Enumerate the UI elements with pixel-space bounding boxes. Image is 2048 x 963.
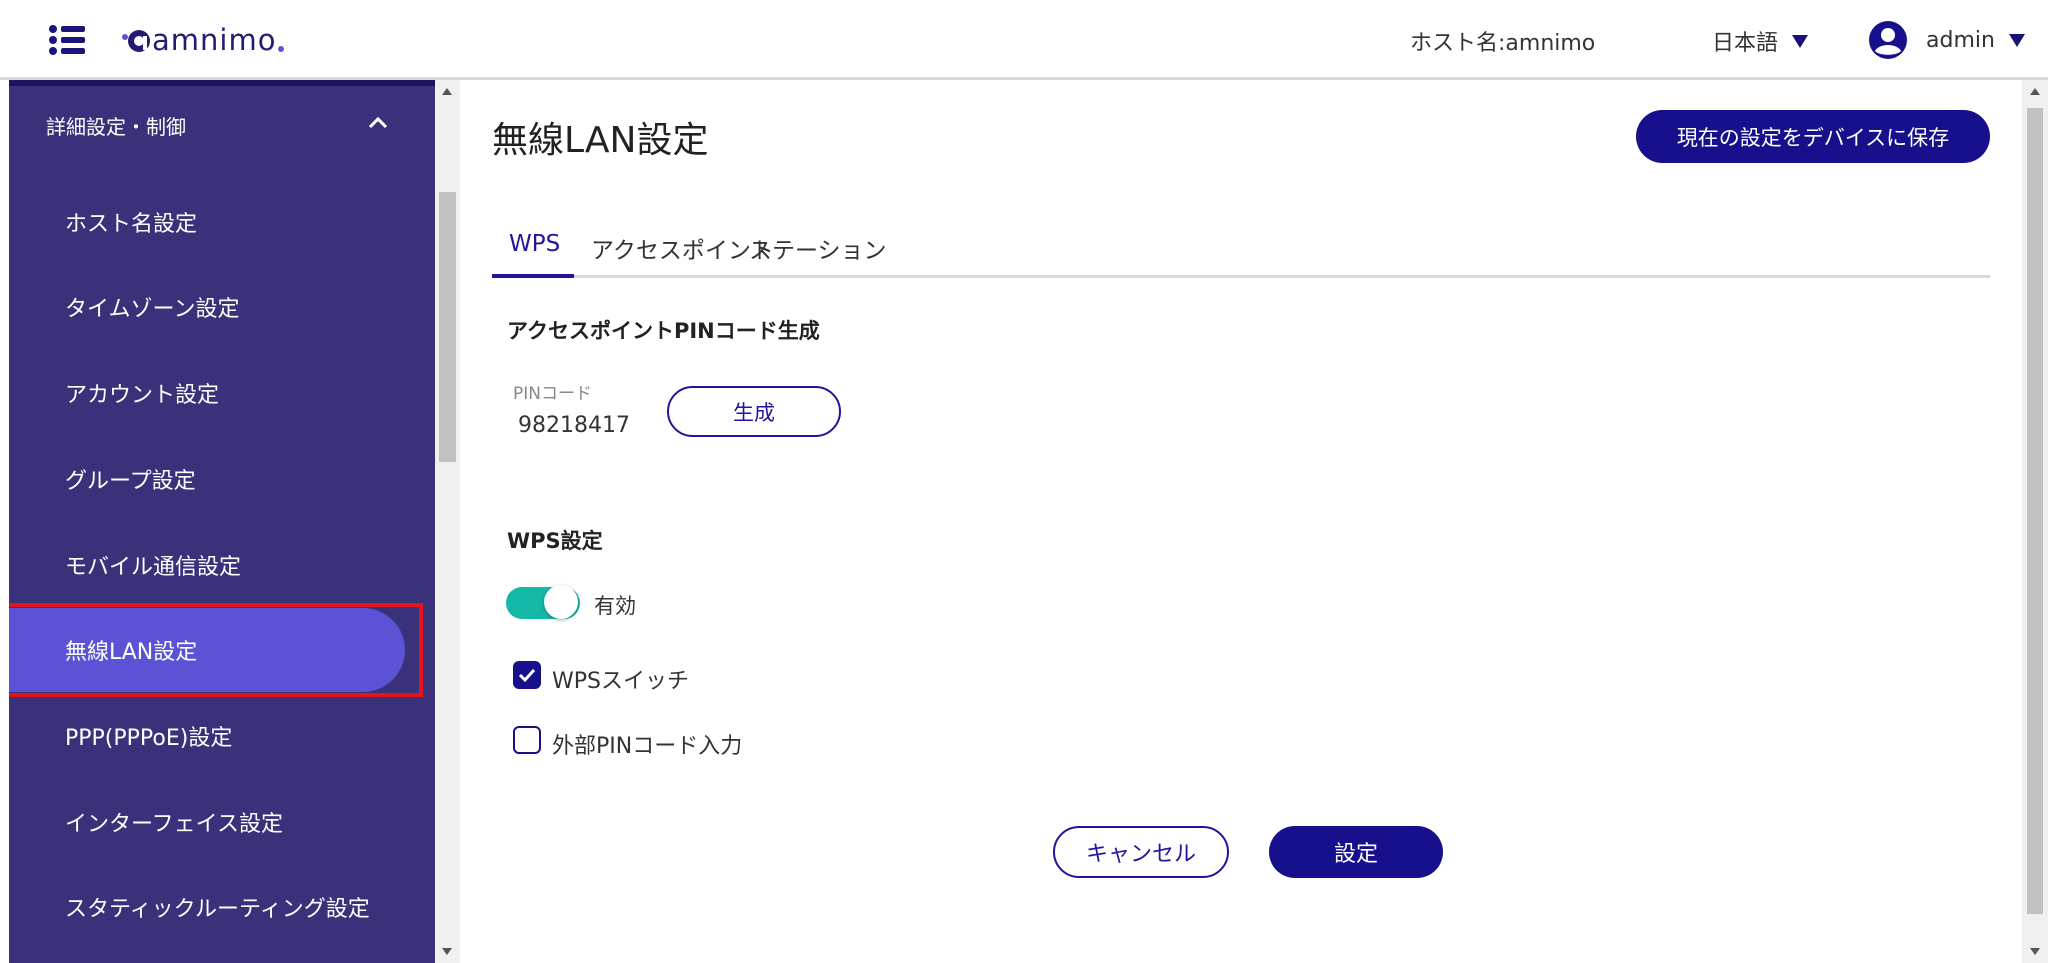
- checkmark-icon: [518, 668, 536, 683]
- amnimo-logo[interactable]: amnimo: [120, 20, 285, 60]
- sidebar-item-static-routing[interactable]: スタティックルーティング設定: [9, 865, 405, 949]
- wps-section-title: WPS設定: [507, 529, 603, 553]
- logo-mark-icon: [122, 30, 150, 52]
- wps-switch-label: WPSスイッチ: [552, 669, 689, 694]
- external-pin-checkbox[interactable]: [513, 726, 541, 754]
- scroll-down-arrow-icon[interactable]: [442, 948, 452, 955]
- brand-name: amnimo: [152, 23, 277, 57]
- cancel-button[interactable]: キャンセル: [1053, 826, 1229, 878]
- save-to-device-button[interactable]: 現在の設定をデバイスに保存: [1636, 110, 1990, 163]
- chevron-up-icon: [368, 116, 388, 129]
- scroll-up-arrow-icon[interactable]: [442, 88, 452, 95]
- tab-bar: WPS アクセスポイント ステーション: [492, 223, 1990, 278]
- sidebar-item-hostname[interactable]: ホスト名設定: [9, 180, 405, 264]
- hostname-display: ホスト名:amnimo: [1410, 31, 1596, 56]
- active-tab-indicator: [492, 274, 574, 278]
- pin-code-value: 98218417: [518, 413, 630, 438]
- wps-enable-toggle[interactable]: [506, 583, 580, 623]
- external-pin-label: 外部PINコード入力: [552, 734, 743, 759]
- page-title: 無線LAN設定: [492, 120, 709, 161]
- wps-enable-label: 有効: [594, 594, 636, 618]
- username: admin: [1926, 27, 1995, 53]
- caret-down-icon: [1792, 34, 1809, 48]
- selection-highlight-box: [9, 603, 423, 697]
- tab-wps[interactable]: WPS: [509, 231, 560, 257]
- caret-down-icon: [2008, 33, 2025, 47]
- sidebar-group-advanced[interactable]: 詳細設定・制御: [9, 100, 435, 150]
- generate-pin-button[interactable]: 生成: [667, 386, 841, 437]
- sidebar-group-label: 詳細設定・制御: [46, 114, 186, 139]
- account-circle-icon: [1869, 21, 1907, 59]
- sidebar-item-interface[interactable]: インターフェイス設定: [9, 780, 405, 864]
- language-selector[interactable]: 日本語: [1712, 25, 1809, 57]
- toggle-knob: [544, 585, 578, 619]
- sidebar-item-group[interactable]: グループ設定: [9, 437, 405, 521]
- hamburger-menu-icon[interactable]: [48, 24, 86, 56]
- sidebar-item-mobile[interactable]: モバイル通信設定: [9, 523, 405, 607]
- sidebar-item-timezone[interactable]: タイムゾーン設定: [9, 265, 405, 349]
- sidebar-item-ppp[interactable]: PPP(PPPoE)設定: [9, 694, 405, 778]
- pin-section-title: アクセスポイントPINコード生成: [507, 319, 820, 343]
- sidebar: 詳細設定・制御 ホスト名設定 タイムゾーン設定 アカウント設定 グループ設定 モ…: [9, 80, 435, 963]
- wps-switch-checkbox[interactable]: [513, 661, 541, 689]
- tab-access-point[interactable]: アクセスポイント: [591, 231, 774, 265]
- main-scroll-thumb[interactable]: [2027, 108, 2043, 914]
- scroll-down-arrow-icon[interactable]: [2030, 948, 2040, 955]
- sidebar-scrollbar[interactable]: [435, 80, 460, 963]
- top-header: amnimo ホスト名:amnimo 日本語 admin: [0, 0, 2048, 80]
- pin-code-label: PINコード: [513, 384, 592, 404]
- scroll-up-arrow-icon[interactable]: [2030, 88, 2040, 95]
- language-label: 日本語: [1712, 31, 1779, 56]
- sidebar-item-account[interactable]: アカウント設定: [9, 351, 405, 435]
- sidebar-scroll-thumb[interactable]: [439, 192, 456, 462]
- user-menu[interactable]: admin: [1868, 20, 2025, 60]
- apply-settings-button[interactable]: 設定: [1269, 826, 1443, 878]
- tab-station[interactable]: ステーション: [749, 231, 887, 265]
- main-scrollbar[interactable]: [2022, 80, 2048, 963]
- main-content: 無線LAN設定 現在の設定をデバイスに保存 WPS アクセスポイント ステーショ…: [460, 83, 2022, 963]
- logo-dot: [278, 46, 285, 52]
